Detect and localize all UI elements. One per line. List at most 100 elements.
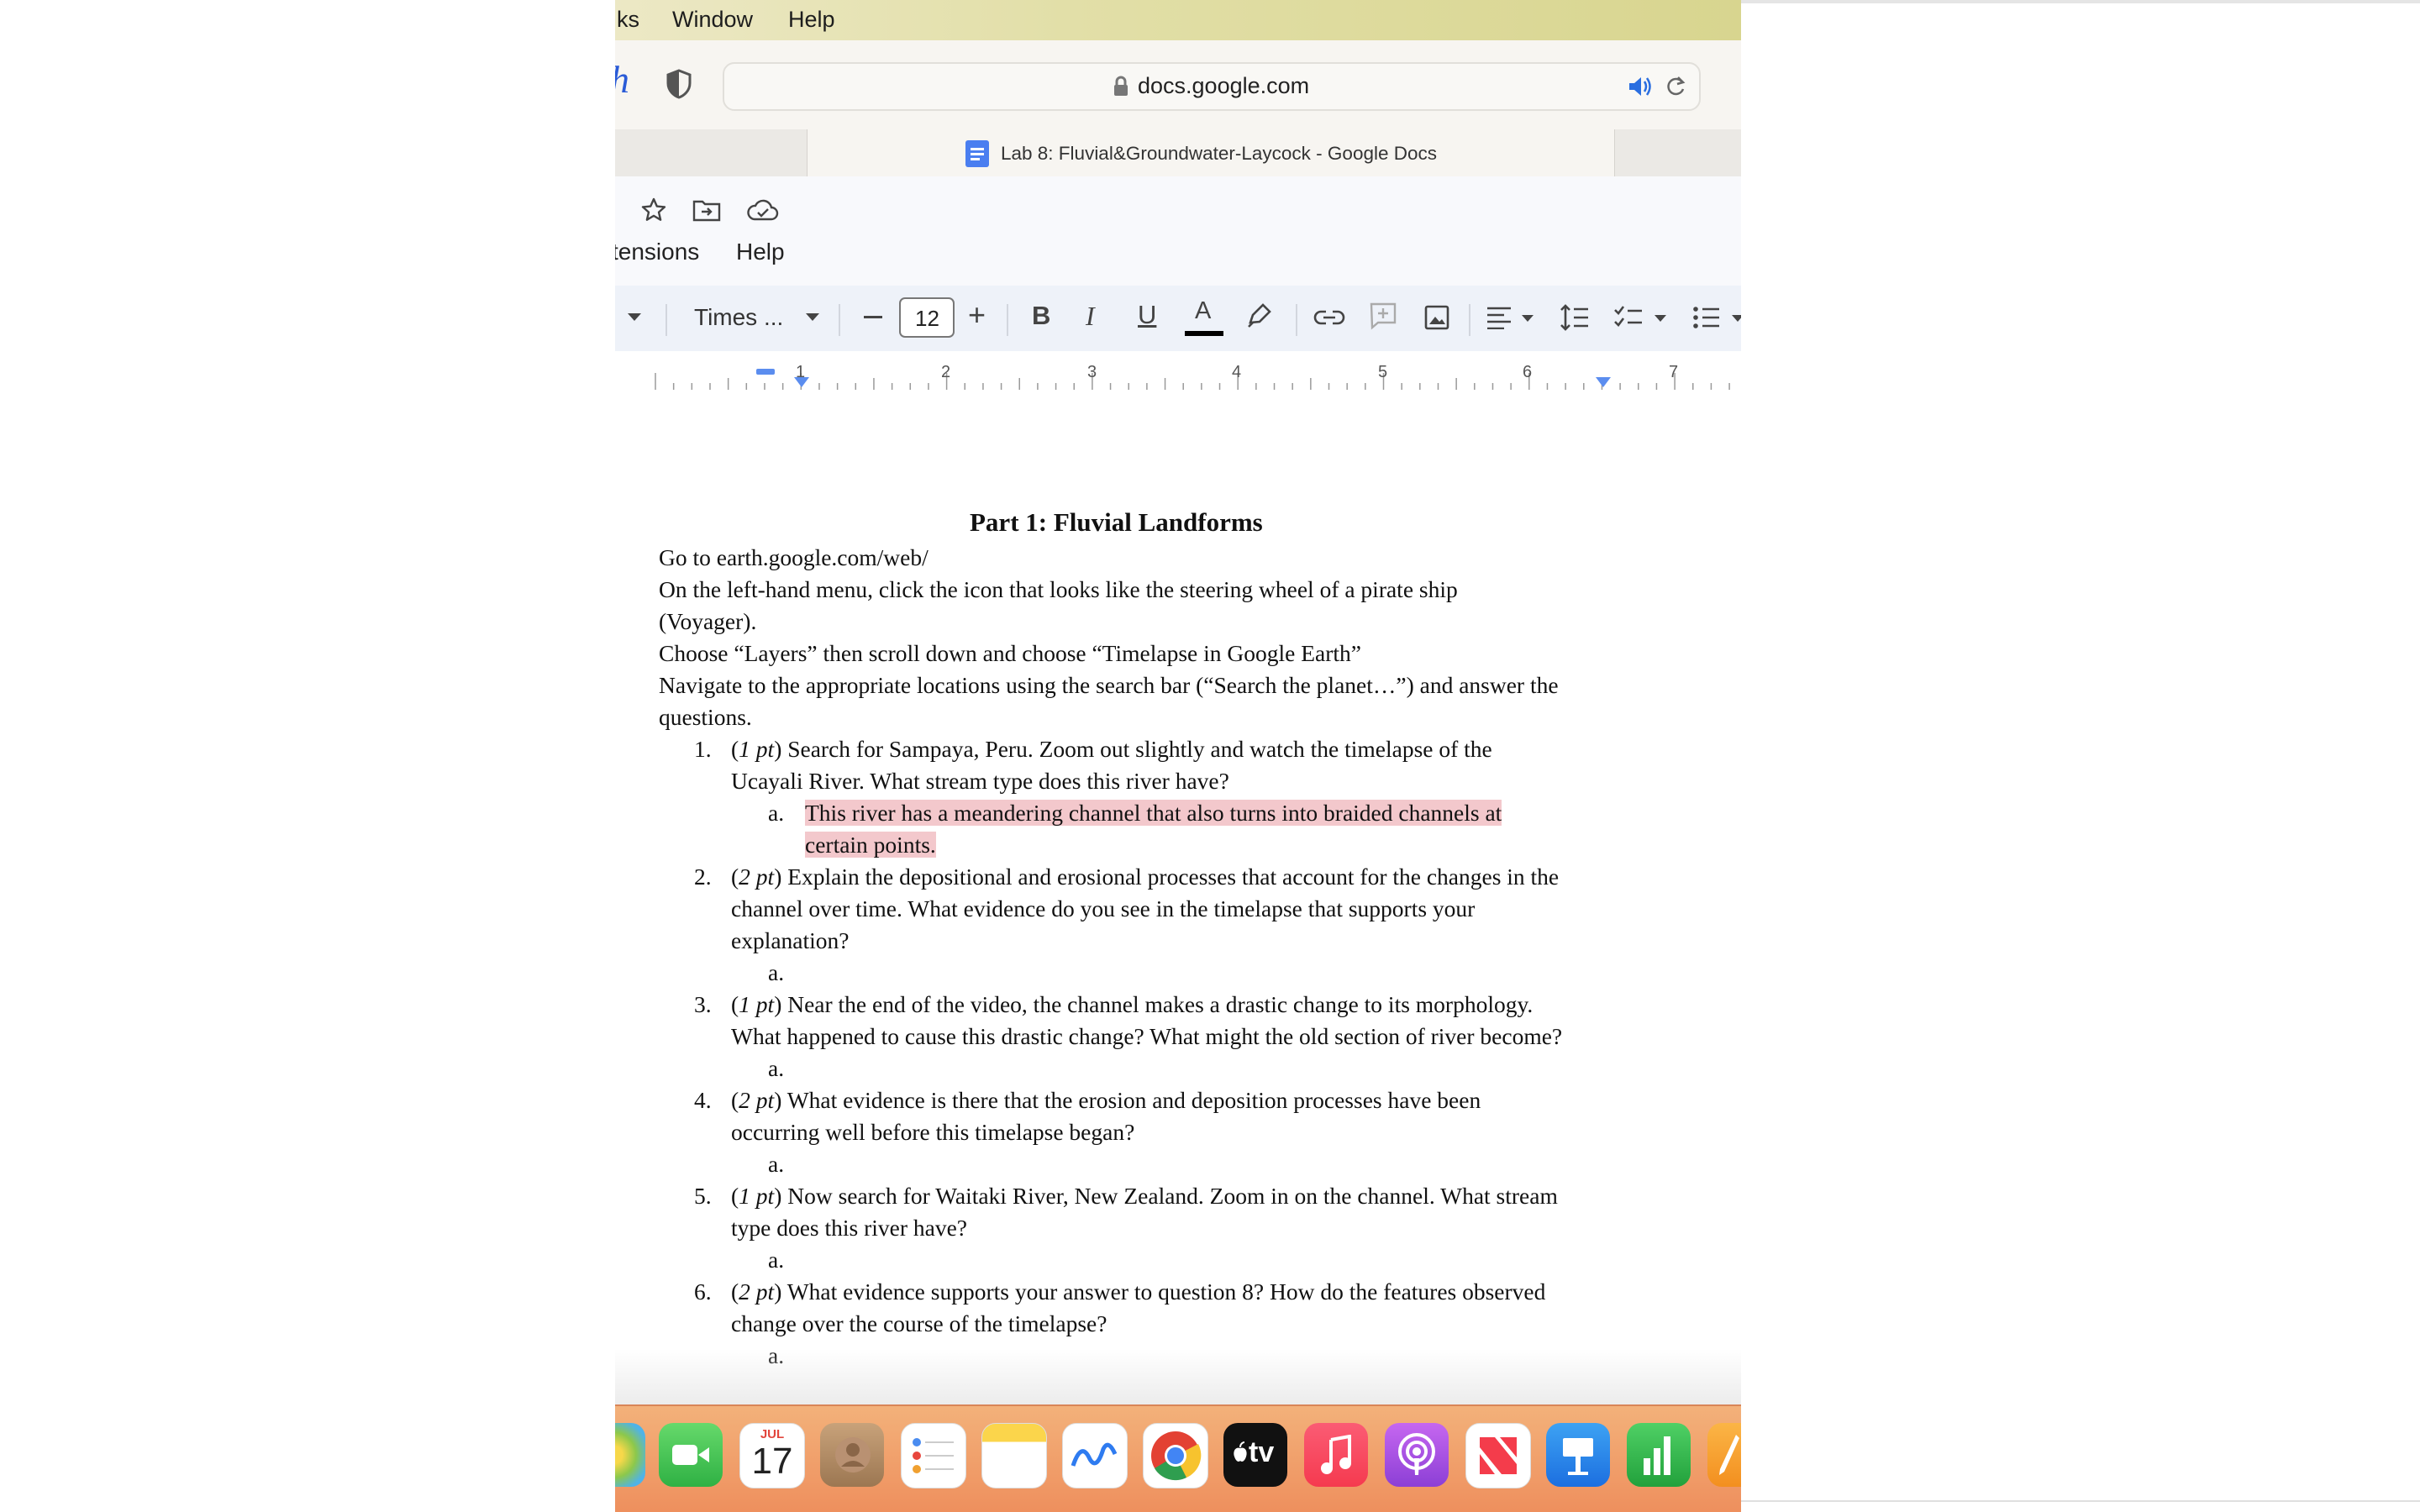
question-text: change over the course of the timelapse? xyxy=(731,1310,1107,1336)
question-number: 6. xyxy=(694,1278,712,1305)
line-spacing-icon[interactable] xyxy=(1560,304,1590,331)
font-family-select[interactable]: Times ... xyxy=(694,304,783,331)
menu-help-docs[interactable]: Help xyxy=(736,239,785,265)
calendar-month: JUL xyxy=(760,1427,785,1441)
answer-marker[interactable]: a. xyxy=(768,959,784,986)
tv-label: tv xyxy=(1249,1436,1275,1468)
news-icon[interactable] xyxy=(1465,1423,1531,1488)
answer-marker[interactable]: a. xyxy=(768,1247,784,1273)
question-text: occurring well before this timelapse beg… xyxy=(731,1119,1135,1145)
address-bar[interactable]: docs.google.com xyxy=(723,62,1701,111)
first-line-indent-marker[interactable] xyxy=(756,369,775,375)
calendar-day: 17 xyxy=(751,1441,793,1482)
italic-button[interactable]: I xyxy=(1086,301,1095,332)
checklist-dropdown-icon[interactable] xyxy=(1654,314,1667,323)
font-dropdown-icon[interactable] xyxy=(805,312,820,323)
privacy-shield-icon[interactable] xyxy=(666,69,692,99)
formatting-toolbar: Times ... 12 + B I U A xyxy=(615,286,1741,351)
highlight-pen-icon[interactable] xyxy=(1245,302,1272,329)
ruler-label-7: 7 xyxy=(1669,363,1679,381)
facetime-icon[interactable] xyxy=(659,1423,723,1487)
styles-dropdown-icon[interactable] xyxy=(627,312,642,323)
ruler-label-4: 4 xyxy=(1232,363,1242,381)
star-icon[interactable] xyxy=(640,197,667,223)
question-text: explanation? xyxy=(731,927,850,953)
document-page[interactable]: Part 1: Fluvial Landforms Go to earth.go… xyxy=(615,391,1741,1404)
speaker-icon[interactable] xyxy=(1627,75,1652,98)
question-text: channel over time. What evidence do you … xyxy=(731,895,1476,921)
toolbar-divider xyxy=(1296,304,1297,336)
question-text: (2 pt) What evidence is there that the e… xyxy=(731,1087,1481,1113)
intro-line: questions. xyxy=(659,704,752,730)
font-size-input[interactable]: 12 xyxy=(899,297,955,338)
question-number: 5. xyxy=(694,1183,712,1209)
answer-text[interactable]: This river has a meandering channel that… xyxy=(805,800,1502,827)
document-heading: Part 1: Fluvial Landforms xyxy=(970,507,1263,537)
insert-comment-icon[interactable] xyxy=(1368,301,1398,331)
text-color-label: A xyxy=(1195,297,1212,324)
answer-marker[interactable]: a. xyxy=(768,1151,784,1178)
question-text: (1 pt) Now search for Waitaki River, New… xyxy=(731,1183,1558,1209)
tab-title: Lab 8: Fluvial&Groundwater-Laycock - Goo… xyxy=(1001,143,1437,164)
photos-icon[interactable] xyxy=(615,1423,645,1487)
list-dropdown-icon[interactable] xyxy=(1731,314,1741,323)
ruler-ticks xyxy=(655,373,1730,390)
page-bottom-shade xyxy=(615,1349,1741,1404)
bulleted-list-icon[interactable] xyxy=(1692,304,1723,331)
chrome-icon[interactable] xyxy=(1143,1423,1208,1488)
insert-image-icon[interactable] xyxy=(1423,304,1450,331)
question-text: (2 pt) What evidence supports your answe… xyxy=(731,1278,1546,1305)
toolbar-divider xyxy=(1007,304,1008,336)
underline-button[interactable]: U xyxy=(1138,300,1156,330)
pages-icon[interactable] xyxy=(1707,1423,1741,1487)
sidebar-logo-icon[interactable]: h xyxy=(615,58,634,101)
toolbar-divider xyxy=(839,304,840,336)
answer-text[interactable]: certain points. xyxy=(805,832,936,858)
notes-icon[interactable] xyxy=(981,1423,1047,1488)
question-text: (1 pt) Search for Sampaya, Peru. Zoom ou… xyxy=(731,736,1492,762)
browser-toolbar: h docs.google.com xyxy=(615,40,1741,129)
toolbar-divider xyxy=(1469,304,1470,336)
keynote-icon[interactable] xyxy=(1546,1423,1610,1487)
move-folder-icon[interactable] xyxy=(692,198,721,222)
menu-help[interactable]: Help xyxy=(788,7,835,33)
reload-icon[interactable] xyxy=(1664,75,1687,98)
insert-link-icon[interactable] xyxy=(1313,307,1346,328)
menu-bookmarks[interactable]: ks xyxy=(617,7,639,33)
menu-bar: ks Window Help xyxy=(615,0,1741,41)
freeform-icon[interactable] xyxy=(1062,1423,1128,1488)
screen-viewport: ks Window Help h docs.google.com Lab 8: … xyxy=(615,0,1741,1512)
align-left-icon[interactable] xyxy=(1486,306,1512,329)
cloud-saved-icon[interactable] xyxy=(746,198,780,222)
music-icon[interactable] xyxy=(1304,1423,1368,1487)
intro-line: Choose “Layers” then scroll down and cho… xyxy=(659,640,1361,666)
question-number: 2. xyxy=(694,864,712,890)
toolbar-divider xyxy=(666,304,667,336)
podcasts-icon[interactable] xyxy=(1385,1423,1449,1487)
align-dropdown-icon[interactable] xyxy=(1521,314,1534,323)
apple-tv-icon[interactable]: tv xyxy=(1223,1423,1287,1487)
svg-text:h: h xyxy=(615,59,629,101)
answer-marker[interactable]: a. xyxy=(768,1055,784,1082)
tab-active[interactable]: Lab 8: Fluvial&Groundwater-Laycock - Goo… xyxy=(807,129,1615,177)
decrease-font-size-icon[interactable] xyxy=(864,316,882,319)
question-text: Ucayali River. What stream type does thi… xyxy=(731,768,1229,794)
reminders-icon[interactable] xyxy=(901,1423,966,1488)
checklist-icon[interactable] xyxy=(1613,304,1644,331)
numbers-icon[interactable] xyxy=(1627,1423,1691,1487)
right-indent-marker[interactable] xyxy=(1595,376,1612,388)
question-text: (2 pt) Explain the depositional and eros… xyxy=(731,864,1560,890)
increase-font-size-icon[interactable]: + xyxy=(968,297,986,333)
menu-window[interactable]: Window xyxy=(672,7,753,33)
calendar-icon[interactable]: JUL 17 xyxy=(739,1423,805,1488)
menu-extensions[interactable]: tensions xyxy=(615,239,699,265)
ruler-label-5: 5 xyxy=(1378,363,1388,381)
docs-header: tensions Help xyxy=(615,176,1741,286)
contacts-icon[interactable] xyxy=(820,1423,884,1487)
bold-button[interactable]: B xyxy=(1032,301,1050,331)
text-color-button[interactable]: A xyxy=(1185,296,1223,339)
text-color-swatch xyxy=(1185,331,1223,336)
question-text: What happened to cause this drastic chan… xyxy=(731,1023,1563,1049)
ruler: 1 2 3 4 5 6 7 xyxy=(615,351,1741,392)
intro-line: Navigate to the appropriate locations us… xyxy=(659,672,1559,698)
